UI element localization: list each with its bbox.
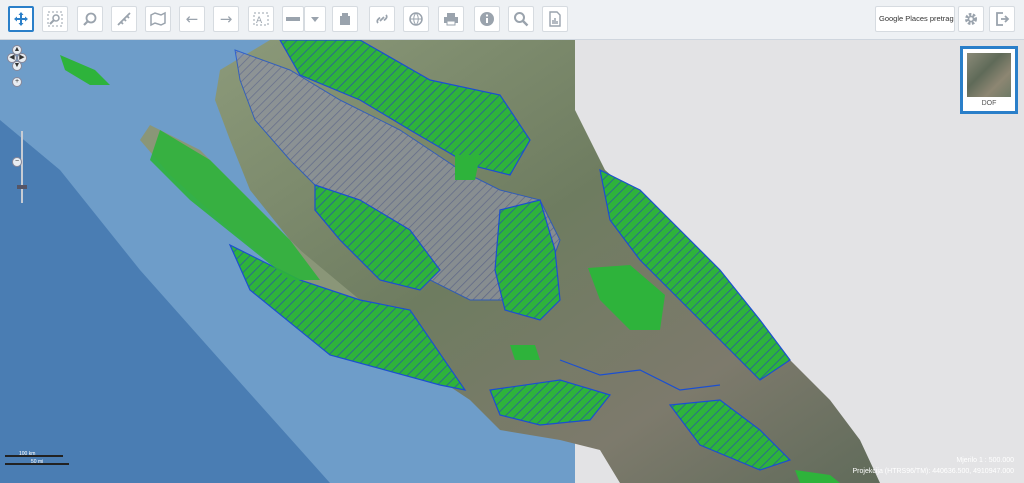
logout-icon[interactable] [989, 6, 1015, 32]
pan-move-icon[interactable] [8, 6, 34, 32]
printer-icon[interactable] [438, 6, 464, 32]
scale-bar: 100 km 50 mi [5, 451, 69, 466]
measure-icon[interactable] [111, 6, 137, 32]
scale-label-upper: 100 km [19, 451, 36, 457]
zoom-out-icon[interactable]: − [12, 157, 22, 167]
link-icon[interactable] [369, 6, 395, 32]
gear-icon[interactable] [958, 6, 984, 32]
eraser-icon[interactable] [332, 6, 358, 32]
map-canvas[interactable] [0, 40, 1024, 483]
basemap-label: DOF [981, 100, 997, 107]
zoom-in-icon[interactable]: + [12, 77, 22, 87]
arrow-left-icon[interactable]: ← [179, 6, 205, 32]
basemap-switcher[interactable]: DOF [960, 46, 1018, 114]
info-icon[interactable] [474, 6, 500, 32]
zoom-slider[interactable] [21, 131, 23, 203]
draw-line-icon[interactable] [282, 6, 304, 32]
search-icon[interactable] [508, 6, 534, 32]
pan-down-icon[interactable]: ▼ [12, 61, 22, 71]
map-scale-text: Mjerilo 1 : 500.000 [956, 457, 1014, 464]
scale-label-lower: 50 mi [31, 459, 44, 465]
identify-icon[interactable] [77, 6, 103, 32]
places-search-input[interactable]: Google Places pretraga [875, 6, 955, 32]
zoom-box-icon[interactable] [42, 6, 68, 32]
projection-coordinates: Projekcija (HTRS96/TM): 440636.500, 4910… [852, 468, 1014, 475]
arrow-right-icon[interactable]: → [213, 6, 239, 32]
protected-area-small-2 [510, 345, 540, 360]
zoom-control: ▲ ◀ ▶ ▼ + − [7, 45, 27, 203]
basemap-thumbnail [967, 53, 1011, 97]
map-rendering [0, 40, 1024, 483]
svg-text:A: A [256, 16, 263, 26]
text-annotation-icon[interactable]: A [248, 6, 274, 32]
layers-map-icon[interactable] [145, 6, 171, 32]
globe-icon[interactable] [403, 6, 429, 32]
report-chart-icon[interactable] [542, 6, 568, 32]
zoom-slider-handle[interactable] [17, 185, 27, 189]
toolbar: ← → A Google Places pretraga [0, 0, 1024, 40]
chevron-down-icon[interactable] [304, 6, 326, 32]
